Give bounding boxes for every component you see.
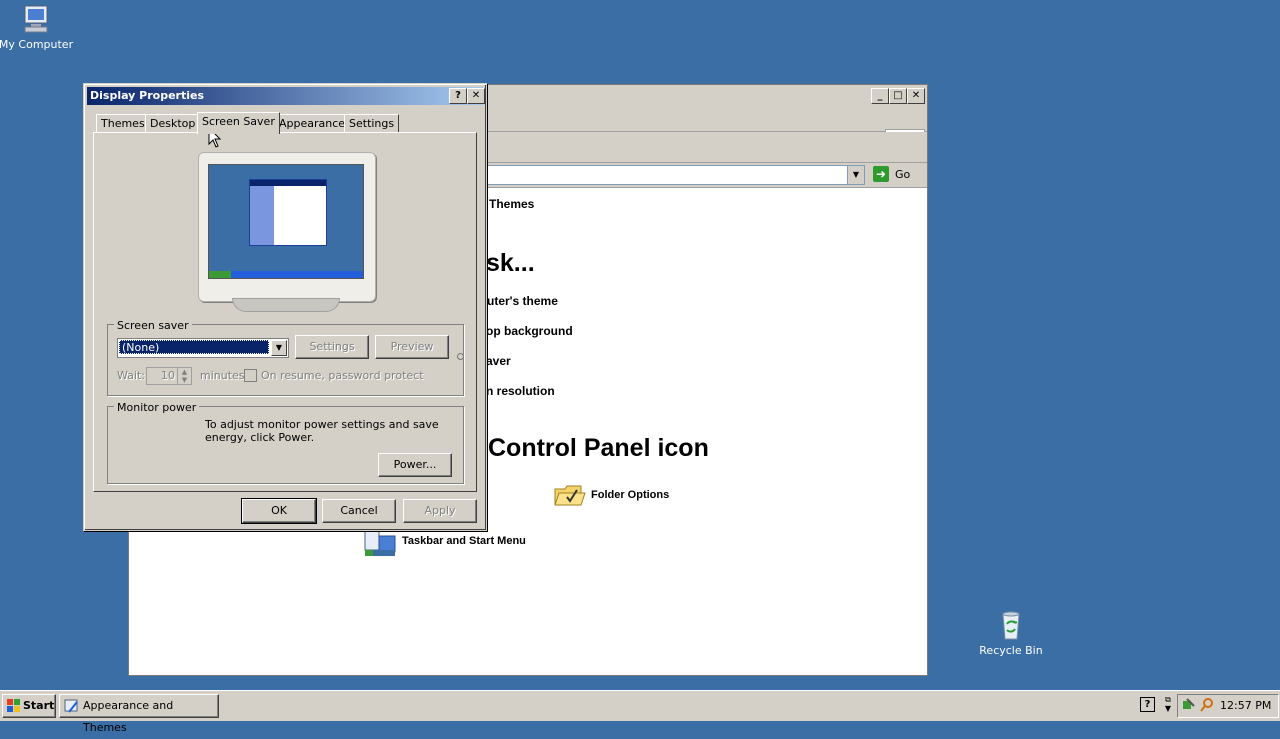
monitor-preview: [198, 152, 464, 360]
apply-button[interactable]: Apply: [403, 499, 477, 523]
address-input[interactable]: ▼: [479, 165, 865, 185]
help-tray-label: ?: [1144, 699, 1151, 710]
screen-saver-preview-button[interactable]: Preview: [375, 335, 449, 359]
password-protect-checkbox[interactable]: [244, 369, 257, 382]
go-arrow-icon: ➜: [873, 166, 889, 182]
dialog-titlebar[interactable]: Display Properties ? ✕: [87, 87, 485, 105]
help-icon: ?: [455, 90, 461, 101]
ok-button[interactable]: OK: [241, 498, 317, 524]
dialog-title: Display Properties: [90, 89, 205, 102]
tab-appearance[interactable]: Appearance: [274, 114, 351, 133]
help-button[interactable]: ?: [449, 88, 467, 104]
task-link-background[interactable]: op background: [486, 324, 573, 338]
monitor-stand: [232, 298, 340, 312]
wait-label: Wait:: [117, 369, 145, 382]
network-tray-icon[interactable]: [1182, 698, 1196, 712]
folder-options-icon[interactable]: [553, 481, 587, 509]
spinner-arrows-icon[interactable]: ▲ ▼: [177, 368, 191, 384]
computer-icon: [19, 2, 53, 36]
preview-start: [209, 271, 231, 278]
windows-flag-icon: [7, 699, 21, 713]
task-link-theme[interactable]: uter's theme: [487, 294, 558, 308]
search-tray-icon[interactable]: [1200, 698, 1214, 712]
monitor-power-group-label: Monitor power: [114, 401, 200, 414]
preview-taskbar: [209, 271, 363, 278]
preview-window: [249, 179, 327, 246]
tab-screen-saver[interactable]: Screen Saver: [197, 112, 280, 134]
cancel-button[interactable]: Cancel: [322, 499, 396, 523]
ok-label: OK: [271, 504, 287, 517]
help-tray-icon[interactable]: ?: [1140, 697, 1155, 712]
address-dropdown-icon[interactable]: ▼: [847, 166, 864, 184]
tab-desktop[interactable]: Desktop: [145, 114, 201, 133]
pick-icon-heading: Control Panel icon: [488, 434, 709, 462]
tab-settings[interactable]: Settings: [344, 114, 400, 133]
pick-task-heading: sk...: [486, 249, 535, 277]
screen-saver-group-label: Screen saver: [114, 319, 192, 332]
start-button[interactable]: Start: [2, 694, 56, 718]
power-button[interactable]: Power...: [378, 453, 452, 477]
wait-minutes-spinner[interactable]: 10 ▲ ▼: [146, 367, 192, 385]
maximize-button[interactable]: □: [889, 88, 907, 104]
power-label: Power...: [393, 458, 437, 471]
screen-saver-settings-button[interactable]: Settings: [295, 335, 369, 359]
taskbar: Start Appearance and Themes ? ⧉ ▼ 12:57 P…: [0, 690, 1280, 734]
recycle-bin-label: Recycle Bin: [979, 644, 1043, 657]
folder-options-label[interactable]: Folder Options: [591, 489, 669, 501]
themes-link[interactable]: Themes: [489, 197, 534, 211]
my-computer-icon[interactable]: My Computer: [0, 2, 74, 51]
task-link-resolution[interactable]: n resolution: [486, 384, 555, 398]
recycle-bin-icon[interactable]: Recycle Bin: [973, 608, 1049, 657]
screen-saver-select[interactable]: (None) ▼: [117, 338, 289, 358]
dropdown-arrow-icon[interactable]: ▼: [271, 340, 287, 356]
taskbar-start-menu-icon[interactable]: [363, 528, 397, 558]
preview-screen: [208, 164, 364, 279]
taskbar-item-appearance-themes[interactable]: Appearance and Themes: [59, 694, 219, 734]
minutes-label: minutes: [200, 369, 245, 382]
preview-label: Preview: [390, 340, 434, 353]
system-tray: 12:57 PM: [1177, 694, 1279, 718]
task-link-screensaver[interactable]: aver: [486, 354, 511, 368]
tab-themes[interactable]: Themes: [96, 114, 150, 133]
close-icon: ✕: [471, 90, 481, 101]
monitor-power-description: To adjust monitor power settings and sav…: [205, 418, 439, 444]
taskbar-start-menu-label[interactable]: Taskbar and Start Menu: [402, 535, 526, 547]
password-protect-label: On resume, password protect: [261, 369, 424, 382]
clock[interactable]: 12:57 PM: [1220, 699, 1271, 712]
start-label: Start: [23, 699, 55, 712]
tray-expand-icon[interactable]: ⧉ ▼: [1163, 695, 1173, 713]
control-panel-icon: [64, 698, 80, 714]
go-button[interactable]: ➜ Go: [871, 165, 921, 185]
screen-saver-selected: (None): [119, 340, 269, 354]
display-properties-dialog: Display Properties ? ✕ Themes Desktop Sc…: [83, 83, 487, 531]
my-computer-label: My Computer: [0, 38, 74, 51]
cancel-label: Cancel: [340, 504, 378, 517]
apply-label: Apply: [424, 504, 456, 517]
settings-label: Settings: [309, 340, 355, 353]
close-button[interactable]: ✕: [907, 88, 925, 104]
go-label: Go: [895, 168, 911, 181]
wait-value: 10: [161, 369, 175, 382]
trash-icon: [994, 608, 1028, 642]
taskbar-item-label: Appearance and Themes: [83, 699, 174, 734]
dialog-close-button[interactable]: ✕: [467, 88, 485, 104]
minimize-button[interactable]: _: [871, 88, 889, 104]
